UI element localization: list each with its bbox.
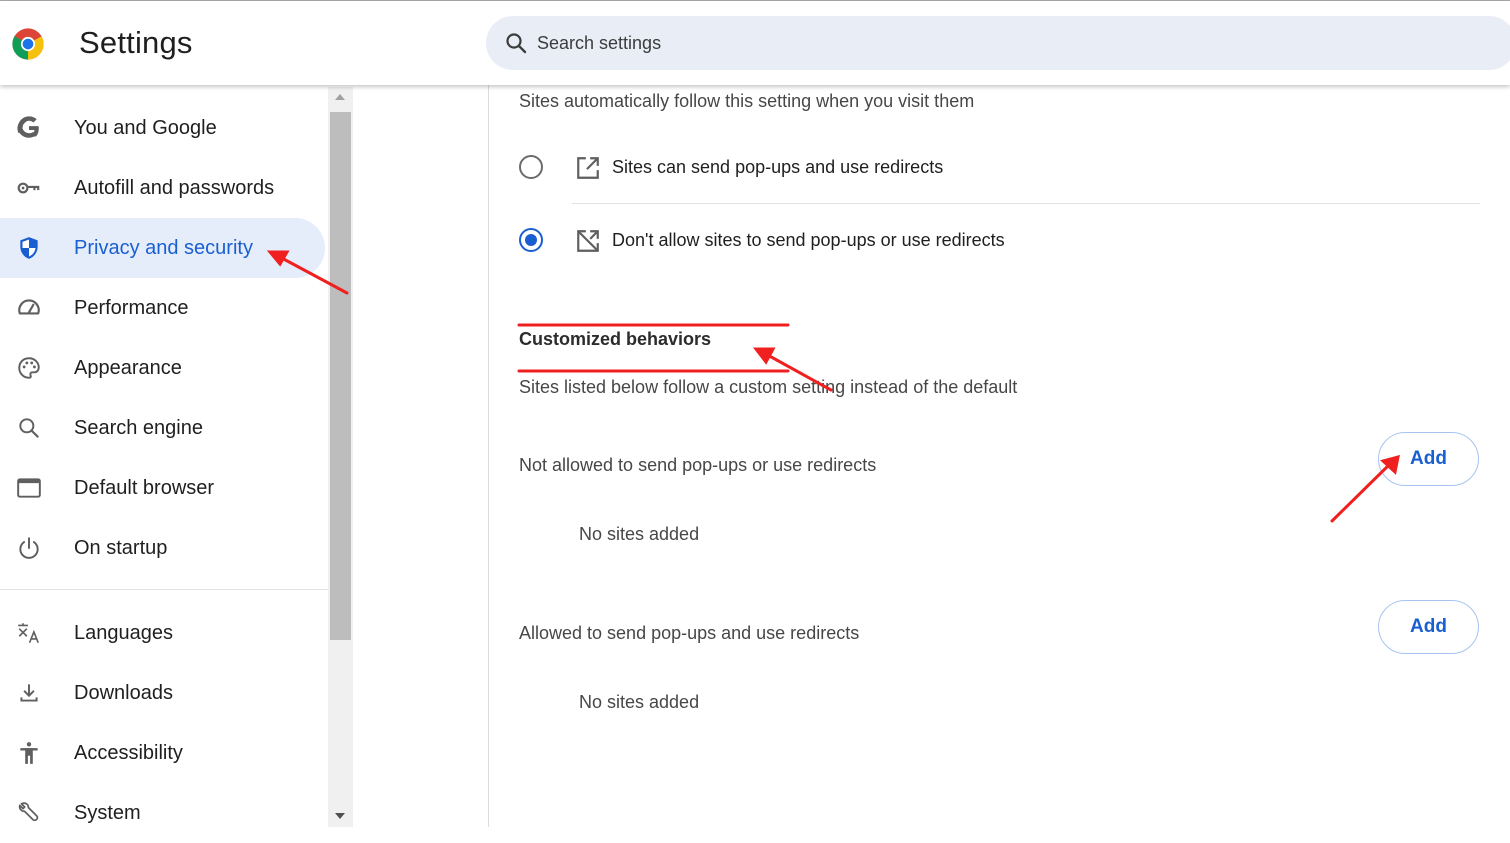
search-icon [506, 33, 527, 54]
sidebar-divider [0, 589, 328, 590]
add-allowed-site-button[interactable]: Add [1378, 600, 1479, 654]
sidebar-item-label: Languages [74, 621, 173, 644]
sidebar-item-privacy-and-security[interactable]: Privacy and security [0, 218, 325, 278]
sidebar-item-appearance[interactable]: Appearance [0, 338, 325, 398]
sidebar-item-you-and-google[interactable]: You and Google [0, 98, 325, 158]
translate-icon [16, 620, 42, 646]
sidebar-item-search-engine[interactable]: Search engine [0, 398, 325, 458]
sidebar-item-performance[interactable]: Performance [0, 278, 325, 338]
radio-block-popups[interactable] [519, 228, 543, 252]
sidebar-item-label: Accessibility [74, 741, 183, 764]
option-block-popups-label[interactable]: Don't allow sites to send pop-ups or use… [612, 230, 1005, 251]
customized-behaviors-description: Sites listed below follow a custom setti… [519, 377, 1018, 397]
sidebar-item-label: Privacy and security [74, 236, 253, 259]
key-icon [16, 175, 42, 201]
shield-icon [16, 235, 42, 261]
option-allow-popups-label[interactable]: Sites can send pop-ups and use redirects [612, 157, 943, 178]
search-bar[interactable] [486, 16, 1510, 70]
sidebar-item-label: Search engine [74, 416, 203, 439]
sidebar-item-label: Autofill and passwords [74, 176, 275, 199]
sidebar-item-label: System [74, 801, 141, 824]
customized-behaviors-title: Customized behaviors [519, 329, 712, 349]
sidebar-item-languages[interactable]: Languages [0, 603, 325, 663]
accessibility-icon [16, 740, 42, 766]
search-icon [16, 415, 42, 441]
sidebar-item-autofill[interactable]: Autofill and passwords [0, 158, 325, 218]
sidebar-item-default-browser[interactable]: Default browser [0, 458, 325, 518]
allow-list-label: Allowed to send pop-ups and use redirect… [519, 623, 860, 643]
sidebar-item-system[interactable]: System [0, 783, 325, 843]
palette-icon [16, 355, 42, 381]
sidebar-nav: You and Google Autofill and passwords Pr… [0, 85, 328, 827]
sidebar-item-accessibility[interactable]: Accessibility [0, 723, 325, 783]
speedometer-icon [16, 295, 42, 321]
sidebar-item-label: Downloads [74, 681, 173, 704]
block-list-empty-text: No sites added [579, 524, 700, 544]
scroll-down-arrow-icon[interactable] [335, 813, 345, 819]
download-icon [16, 680, 42, 706]
scroll-up-arrow-icon[interactable] [335, 94, 345, 100]
page-title: Settings [79, 25, 193, 60]
sidebar-item-label: Performance [74, 296, 189, 319]
add-blocked-site-button[interactable]: Add [1378, 432, 1479, 486]
block-list-label: Not allowed to send pop-ups or use redir… [519, 455, 877, 475]
settings-header: Settings [0, 1, 1510, 85]
option-separator [572, 203, 1480, 204]
default-behavior-description: Sites automatically follow this setting … [519, 91, 975, 111]
sidebar-item-label: On startup [74, 536, 168, 559]
radio-allow-popups[interactable] [519, 155, 543, 179]
sidebar-item-label: Appearance [74, 356, 182, 379]
sidebar-item-on-startup[interactable]: On startup [0, 518, 325, 578]
chrome-logo-icon [12, 28, 44, 60]
search-input[interactable] [537, 16, 1437, 70]
sidebar-item-label: Default browser [74, 476, 215, 499]
allow-list-empty-text: No sites added [579, 692, 700, 712]
scrollbar-thumb[interactable] [330, 112, 351, 640]
popup-blocked-icon [577, 230, 599, 252]
sidebar-item-label: You and Google [74, 116, 217, 139]
open-in-new-icon [577, 157, 599, 179]
sidebar-item-downloads[interactable]: Downloads [0, 663, 325, 723]
wrench-icon [16, 800, 42, 826]
google-g-icon [16, 115, 42, 141]
sidebar-scrollbar[interactable] [328, 87, 353, 827]
power-icon [16, 535, 42, 561]
browser-window-icon [16, 475, 42, 501]
